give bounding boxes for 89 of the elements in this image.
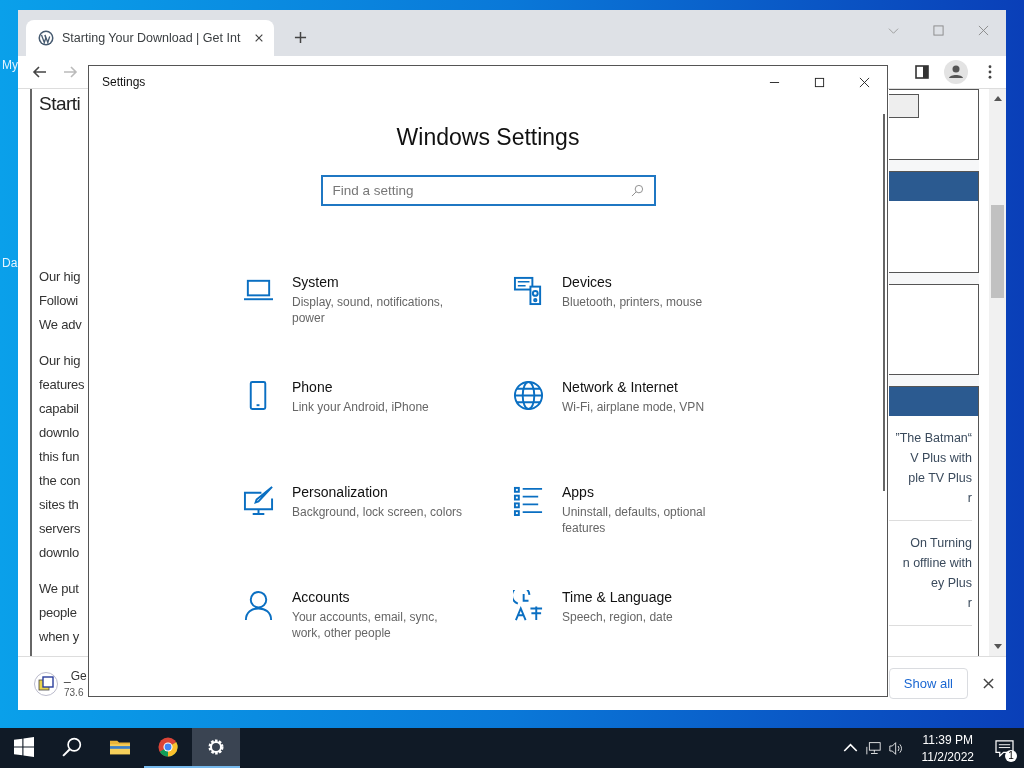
wordpress-icon xyxy=(38,30,54,46)
article-text: downlo xyxy=(39,544,79,562)
article-link[interactable]: “The Batman” xyxy=(889,428,972,448)
article-text: We put xyxy=(39,580,79,598)
article-text: Our hig xyxy=(39,352,81,370)
clock[interactable]: 11:39 PM 11/2/2022 xyxy=(907,732,984,764)
taskbar-button[interactable] xyxy=(192,728,240,768)
scroll-down-icon[interactable] xyxy=(993,644,1002,650)
category-description: Your accounts, email, sync, work, other people xyxy=(292,609,439,641)
category-description: Wi-Fi, airplane mode, VPN xyxy=(562,399,706,415)
article-text: features xyxy=(39,376,85,394)
show-all-button[interactable]: Show all xyxy=(888,668,968,699)
category-description: Bluetooth, printers, mouse xyxy=(562,294,704,310)
article-text: capabil xyxy=(39,400,79,418)
search-icon[interactable] xyxy=(62,737,82,757)
windows-start-icon[interactable] xyxy=(14,737,34,757)
article-text: Followi xyxy=(39,292,79,310)
category-description: Link your Android, iPhone xyxy=(292,399,430,415)
window-title: Settings xyxy=(102,75,146,89)
side-panel-icon[interactable] xyxy=(914,64,930,80)
settings-category[interactable]: Personalization Background, lock screen, colors xyxy=(243,484,513,552)
article-text: servers xyxy=(39,520,81,538)
list-icon xyxy=(513,485,544,516)
article-text: Our hig xyxy=(39,268,81,286)
profile-icon[interactable] xyxy=(944,60,968,84)
article-text: when y xyxy=(39,628,79,646)
article-link[interactable]: On Turning xyxy=(889,533,972,553)
chrome-icon[interactable] xyxy=(158,737,178,757)
globe-icon xyxy=(513,380,544,411)
scrollbar[interactable] xyxy=(989,89,1006,656)
article-link[interactable]: r xyxy=(889,593,972,613)
article-text: this fun xyxy=(39,448,80,466)
scroll-up-icon[interactable] xyxy=(993,95,1002,101)
article-link[interactable]: ey Plus xyxy=(889,573,972,593)
settings-category[interactable]: Network & Internet Wi-Fi, airplane mode, VPN xyxy=(513,379,713,447)
article-text: downlo xyxy=(39,424,79,442)
settings-category[interactable]: System Display, sound, notifications, power xyxy=(243,274,513,342)
category-title: System xyxy=(292,274,340,290)
category-title: Apps xyxy=(562,484,595,500)
notification-icon[interactable] xyxy=(994,739,1014,757)
article-text: We adv xyxy=(39,316,82,334)
browser-tab[interactable]: Starting Your Download | Get Int xyxy=(26,20,274,56)
category-description: Uninstall, defaults, optional features xyxy=(562,504,707,536)
category-title: Accounts xyxy=(292,589,351,605)
menu-icon[interactable] xyxy=(988,65,992,79)
article-text: sites th xyxy=(39,496,79,514)
search-field[interactable]: Find a setting xyxy=(320,175,656,206)
gear-icon[interactable] xyxy=(206,737,226,757)
article-link[interactable]: V Plus with xyxy=(889,448,972,468)
article-heading: Starti xyxy=(39,93,81,116)
back-icon[interactable] xyxy=(32,64,48,80)
article-link[interactable]: n offline with xyxy=(889,553,972,573)
article-text: the con xyxy=(39,472,81,490)
article-link[interactable]: r xyxy=(889,488,972,508)
time-text: 11:39 PM xyxy=(922,732,973,747)
maximize-icon[interactable] xyxy=(814,76,825,88)
category-description: Display, sound, notifications, power xyxy=(292,294,445,326)
new-tab-icon[interactable] xyxy=(294,31,307,44)
close-icon[interactable] xyxy=(254,33,264,43)
category-title: Personalization xyxy=(292,484,389,500)
category-description: Speech, region, date xyxy=(562,609,674,625)
network-icon[interactable] xyxy=(865,740,881,756)
person-icon xyxy=(243,590,274,621)
installer-icon xyxy=(34,671,58,696)
category-title: Network & Internet xyxy=(562,379,679,395)
category-title: Devices xyxy=(562,274,613,290)
category-title: Phone xyxy=(292,379,334,395)
input-field[interactable] xyxy=(889,94,919,118)
category-title: Time & Language xyxy=(562,589,673,605)
settings-category[interactable]: Accounts Your accounts, email, sync, work, other people xyxy=(243,589,513,657)
notification-badge: 1 xyxy=(1005,750,1017,762)
scrollbar[interactable] xyxy=(883,114,885,491)
settings-category[interactable]: Time & Language Speech, region, date xyxy=(513,589,713,657)
article-text: people xyxy=(39,604,77,622)
settings-category[interactable]: Phone Link your Android, iPhone xyxy=(243,379,513,447)
settings-category[interactable]: Devices Bluetooth, printers, mouse xyxy=(513,274,713,342)
volume-icon[interactable] xyxy=(888,740,904,756)
settings-heading: Windows Settings xyxy=(396,124,580,151)
settings-category[interactable]: Apps Uninstall, defaults, optional features xyxy=(513,484,713,552)
monitor-brush-icon xyxy=(243,485,274,516)
download-size: 73.6 xyxy=(64,687,85,698)
close-icon[interactable] xyxy=(983,678,994,689)
category-description: Background, lock screen, colors xyxy=(292,504,464,520)
keyboard-speaker-icon xyxy=(513,275,544,306)
download-file-name[interactable]: _Ge xyxy=(64,669,87,683)
article-link[interactable]: ple TV Plus xyxy=(889,468,972,488)
scroll-thumb[interactable] xyxy=(991,205,1004,298)
close-icon[interactable] xyxy=(859,76,870,88)
date-text: 11/2/2022 xyxy=(921,749,974,764)
